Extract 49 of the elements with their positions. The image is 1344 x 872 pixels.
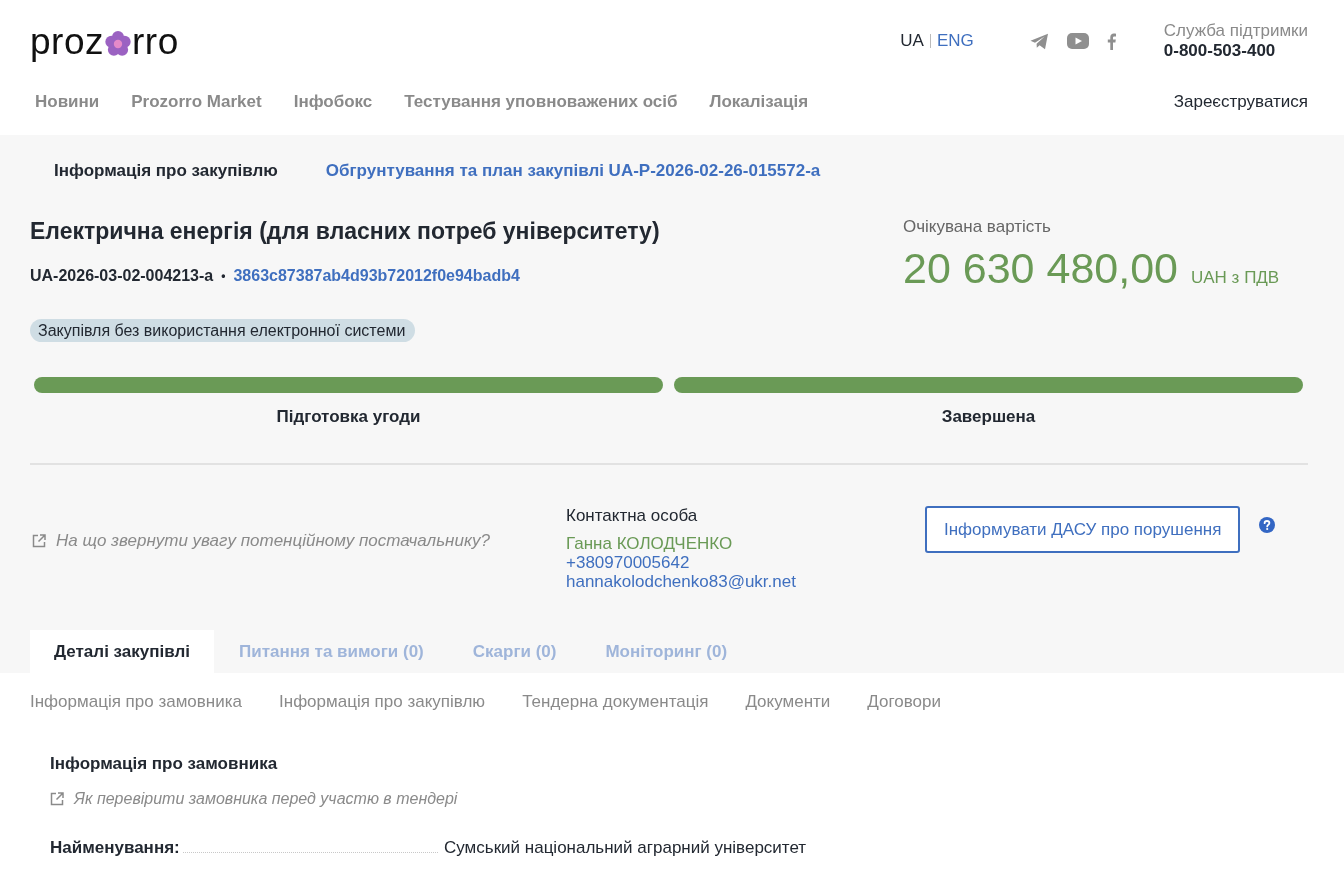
section-nav-link[interactable]: Інформація про замовника [30, 692, 242, 712]
nav-link[interactable]: Інфобокс [293, 92, 373, 112]
section-nav-link[interactable]: Інформація про закупівлю [279, 692, 486, 712]
section-nav-link[interactable]: Договори [867, 692, 941, 712]
paper-plane-icon[interactable] [1029, 32, 1049, 50]
details-tab[interactable]: Питання та вимоги (0) [214, 630, 448, 673]
flower-icon [105, 31, 131, 57]
help-icon[interactable] [1259, 517, 1276, 533]
support-phone: 0-800-503-400 [1163, 41, 1276, 61]
nav-link[interactable]: Тестування уповноважених осіб [404, 92, 678, 112]
hash-link[interactable]: 3863c87387ab4d93b72012f0e94badb4 [233, 265, 520, 287]
language-link[interactable]: UA [900, 31, 924, 51]
contact-heading: Контактна особа [566, 505, 698, 527]
separator-dot: • [221, 268, 226, 285]
report-button[interactable]: Інформувати ДАСУ про порушення [925, 506, 1241, 553]
video-play-icon[interactable] [1066, 33, 1089, 49]
tender-id: UA-2026-03-02-004213-a [30, 266, 214, 286]
nav-link[interactable]: Новини [35, 92, 100, 112]
section-heading: Інформація про замовника [50, 753, 278, 775]
external-link-icon [50, 792, 64, 806]
expected-value-amount: 20 630 480,00 [903, 243, 1178, 293]
procurement-tab[interactable]: Обгрунтування та план закупівлі UA-P-2026-02-26-015572-a [301, 161, 845, 181]
field-label: Найменування: [50, 838, 180, 858]
facebook-icon[interactable] [1106, 32, 1116, 50]
nav-link[interactable]: Prozorro Market [131, 92, 262, 112]
procedure-tag: Закупівля без використання електронної системи [30, 319, 416, 342]
details-tab[interactable]: Моніторинг (0) [581, 630, 752, 673]
contact-phone-link[interactable]: +380970005642 [566, 553, 690, 572]
section-nav-link[interactable]: Документи [745, 692, 831, 712]
currency-label: UAH з ПДВ [1191, 268, 1280, 288]
nav-link[interactable]: Локалізація [709, 92, 809, 112]
expected-value-label: Очікувана вартість [903, 216, 1051, 238]
language-link[interactable]: ENG [936, 31, 974, 51]
details-tab[interactable]: Деталі закупівлі [30, 630, 214, 673]
external-link-icon [32, 534, 46, 548]
contact-name: Ганна КОЛОДЧЕНКО [566, 534, 733, 553]
procurement-tab[interactable]: Інформація про закупівлю [30, 161, 302, 181]
stage-label: Завершена [941, 406, 1036, 428]
section-nav-link[interactable]: Тендерна документація [522, 692, 709, 712]
tip-link[interactable]: На що звернути увагу потенційному постачальнику? [32, 531, 490, 551]
stage-label: Підготовка угоди [276, 406, 421, 428]
contact-email-link[interactable]: hannakolodchenko83@ukr.net [566, 572, 796, 591]
procurement-title: Електрична енергія (для власних потреб університету) [30, 217, 660, 246]
register-link[interactable]: Зареєструватися [1173, 92, 1308, 112]
details-tab[interactable]: Скарги (0) [448, 630, 581, 673]
guide-link[interactable]: Як перевірити замовника перед участю в тендері [50, 790, 458, 808]
logo[interactable]: proz rro [30, 22, 179, 60]
support-label: Служба підтримки [1163, 21, 1308, 41]
field-value: Сумський національний аграрний університет [444, 838, 807, 858]
